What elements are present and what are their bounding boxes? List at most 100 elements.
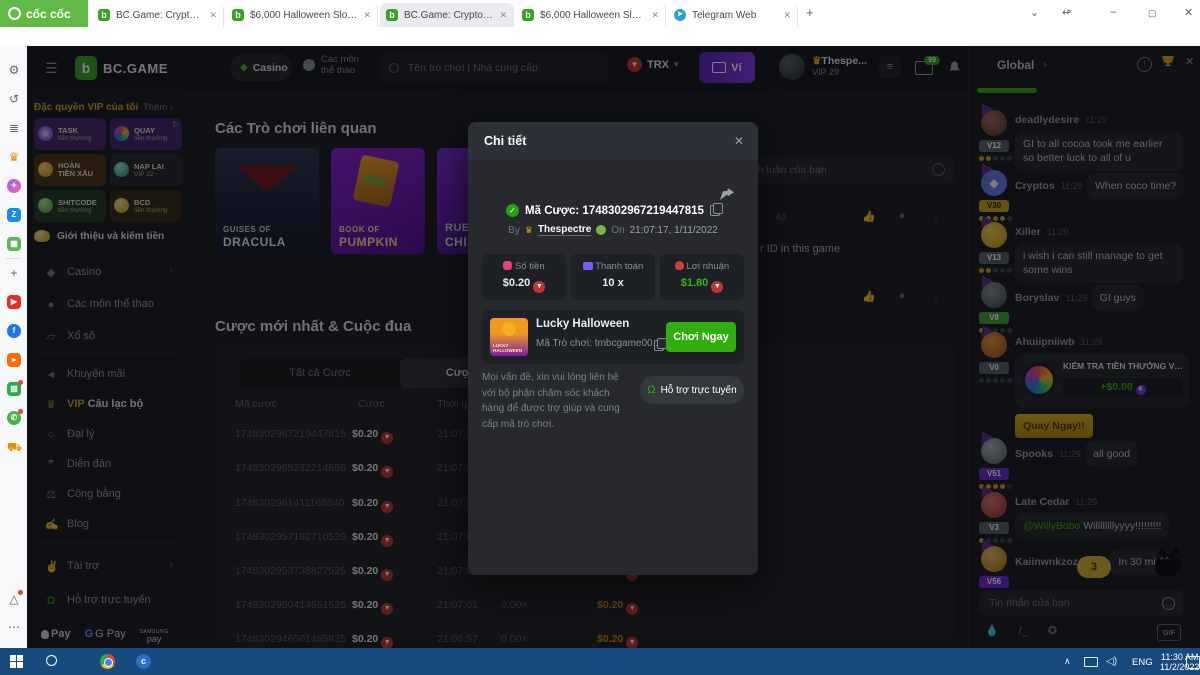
tv-icon[interactable]: ▸ (7, 353, 21, 367)
network-icon[interactable] (1084, 657, 1098, 667)
window-minimize-button[interactable]: – (1110, 6, 1116, 18)
chat-username[interactable]: Ahuiipniiwb (1015, 336, 1075, 348)
chat-room-label[interactable]: Global (997, 58, 1034, 72)
sports-nav-button[interactable]: Các môn thể thao (303, 54, 359, 76)
sidebar-item-casino[interactable]: ◆ Casino › (27, 258, 185, 288)
games-icon[interactable]: ▦ (7, 237, 21, 251)
sidebar-item-promotions[interactable]: ◄ Khuyến mãi (27, 360, 185, 390)
comment-input-field[interactable] (740, 163, 932, 177)
bet-row[interactable]: 1748302950414651525$0.20 ▼21:07:010.00×$… (215, 589, 955, 623)
vip-tile-bcd[interactable]: BCDtiền thưởng (110, 190, 182, 222)
referral-link[interactable]: Giới thiệu và kiếm tiền (34, 230, 164, 242)
session-restore-icon[interactable]: ↫ (1062, 6, 1071, 19)
vip-panel-more[interactable]: Thêm › (143, 102, 173, 113)
bet-list-icon[interactable]: ≡ (879, 56, 901, 78)
live-support-button[interactable]: Ω Hỗ trợ trực tuyến (640, 376, 744, 404)
sidebar-item-fairness[interactable]: ⚖ Công bằng (27, 480, 185, 510)
mention[interactable]: @WillyBobo (1023, 520, 1080, 532)
facebook-icon[interactable]: f (7, 324, 21, 338)
sidebar-item-live-support[interactable]: Ω Hỗ trợ trực tuyến (27, 586, 185, 616)
history-icon[interactable]: ↺ (7, 92, 21, 106)
chat-username[interactable]: Spooks (1015, 448, 1053, 460)
avatar[interactable] (981, 110, 1007, 136)
inbox-button[interactable]: 99 (915, 61, 933, 75)
window-maximize-button[interactable]: ▢ (1148, 8, 1157, 19)
vip-tile-rakeback[interactable]: HOÀNTIỀN XẤU (34, 154, 106, 186)
chevron-right-icon[interactable]: › (1043, 57, 1047, 71)
vip-tile-reload[interactable]: NẠP LẠIVIP 22 (110, 154, 182, 186)
crown-vip-icon[interactable]: ♛ (7, 150, 21, 164)
wallet-button[interactable]: Ví (699, 52, 755, 83)
sidebar-item-affiliate[interactable]: ○ Đại lý (27, 420, 185, 450)
vip-tile-shitcode[interactable]: SHITCODEtiền thưởng (34, 190, 106, 222)
avatar[interactable]: ◆ (981, 170, 1007, 196)
bcgame-logo-icon[interactable]: b (75, 56, 97, 80)
language-indicator[interactable]: ENG (1132, 657, 1153, 668)
search-input[interactable] (406, 61, 599, 75)
new-messages-badge[interactable]: 3 (1077, 556, 1111, 578)
settings-gear-icon[interactable]: ⚙ (7, 63, 21, 77)
user-info[interactable]: ♛Thespe... VIP 29 (812, 55, 867, 77)
chat-close-icon[interactable]: ✕ (1185, 55, 1194, 68)
chat-username[interactable]: Boryslav (1015, 292, 1059, 304)
chat-username[interactable]: Late Cedar (1015, 496, 1069, 508)
avatar[interactable] (981, 546, 1007, 572)
like-icon[interactable]: 👍 (862, 290, 874, 302)
hamburger-menu-icon[interactable]: ☰ (45, 60, 58, 77)
chat-input[interactable]: ‿ (979, 590, 1183, 616)
like-icon[interactable]: 👍 (862, 210, 874, 222)
play-now-button[interactable]: Chơi Ngay (666, 322, 736, 352)
tab-bcgame-2-active[interactable]: b BC.Game: Crypto Casino Gam ✕ (380, 3, 514, 27)
lucky-spin-promo-card[interactable]: KIỂM TRA TIỀN THƯỞNG VÒNG QU +$0.00 ¢ (1015, 354, 1189, 408)
tab-close-icon[interactable]: ✕ (499, 10, 507, 21)
sidebar-item-blog[interactable]: ✍ Blog (27, 510, 185, 540)
more-dots-icon[interactable]: ⋯ (7, 620, 21, 634)
taskbar-search-icon[interactable] (46, 655, 57, 666)
chat-username[interactable]: Xiller (1015, 226, 1041, 238)
sidebar-item-sponsorship[interactable]: ✌ Tài trợ › (27, 552, 185, 582)
currency-selector[interactable]: ▼ TRX ▾ (627, 57, 679, 72)
player-name-link[interactable]: Thespectre (538, 224, 591, 236)
reply-icon[interactable]: ● (896, 210, 908, 222)
sidebar-item-lottery[interactable]: ▱ Xổ số (27, 322, 185, 352)
tab-search-icon[interactable]: ⌄ (1030, 6, 1039, 19)
coccoc-taskbar-icon[interactable]: c (136, 654, 151, 669)
gift-icon[interactable]: ▧ (7, 382, 21, 396)
bcgame-logo-text[interactable]: BC.GAME (103, 61, 168, 76)
share-bet-icon[interactable] (720, 188, 734, 200)
candy-icon[interactable]: ✪ (1048, 624, 1057, 637)
start-button[interactable] (10, 655, 23, 668)
spin-now-button[interactable]: Quay Ngay!! (1015, 414, 1093, 438)
trophy-icon[interactable] (1162, 56, 1174, 66)
tab-close-icon[interactable]: ✕ (651, 10, 659, 21)
game-search-box[interactable] (379, 53, 609, 82)
modal-close-icon[interactable]: ✕ (734, 134, 744, 148)
add-shortcut-icon[interactable]: + (7, 266, 21, 280)
action-center-icon[interactable] (1186, 656, 1200, 669)
emoji-icon[interactable] (932, 163, 945, 176)
gif-picker-icon[interactable]: GIF (1157, 624, 1181, 641)
tab-close-icon[interactable]: ✕ (209, 10, 217, 21)
window-close-button[interactable]: ✕ (1184, 6, 1193, 19)
chat-app-icon[interactable]: ✆ (7, 411, 21, 425)
sidebar-item-vip-club[interactable]: ♛ VIP Câu lạc bộ (27, 390, 185, 420)
notifications-bell-icon[interactable]: △ (7, 592, 21, 606)
tab-halloween-1[interactable]: b $6,000 Halloween Slot Battle ✕ (226, 3, 378, 27)
notifications-button[interactable] (949, 61, 960, 72)
tab-all-bets[interactable]: Tất cả Cược (240, 358, 400, 388)
sidebar-item-sports[interactable]: ● Các môn thể thao (27, 290, 185, 320)
user-avatar[interactable] (779, 54, 805, 80)
comment-actions[interactable]: 👍 ● ⋮ (862, 290, 942, 302)
tray-expand-icon[interactable]: ∧ (1064, 656, 1071, 667)
chat-username[interactable]: Kaiinwnkzoz (1015, 556, 1078, 568)
rain-tip-icon[interactable]: 💧 (985, 624, 999, 637)
chat-rules-icon[interactable]: ! (1137, 57, 1152, 72)
new-tab-button[interactable]: + (806, 5, 814, 20)
chat-username[interactable]: Cryptos (1015, 180, 1055, 192)
more-dots-icon[interactable]: ⋮ (930, 290, 942, 302)
avatar[interactable] (981, 282, 1007, 308)
avatar[interactable] (981, 222, 1007, 248)
reply-icon[interactable]: ● (896, 290, 908, 302)
volume-icon[interactable]: ◁) (1106, 656, 1117, 667)
chat-username[interactable]: deadlydesire (1015, 114, 1079, 126)
